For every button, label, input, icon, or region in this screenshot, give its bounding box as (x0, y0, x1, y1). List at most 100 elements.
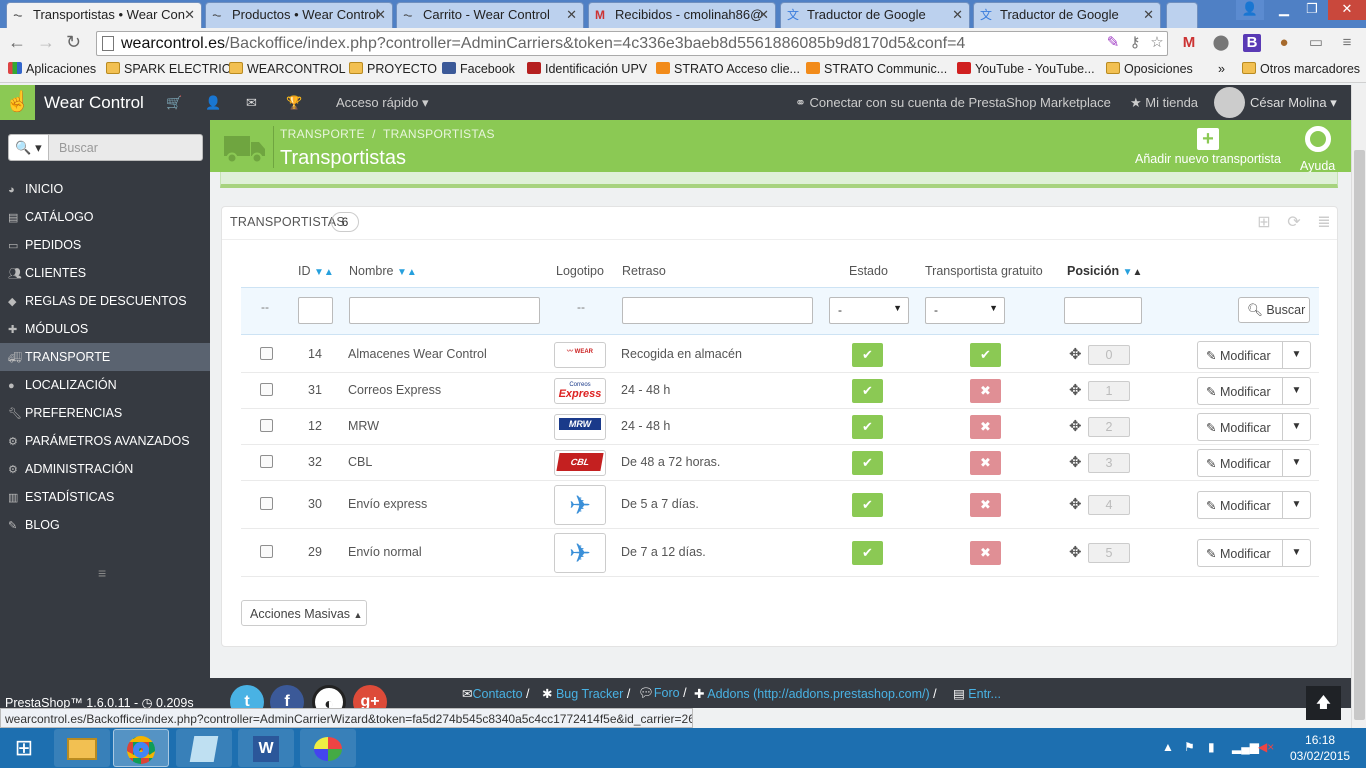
browser-tab[interactable]: ⏦ Productos • Wear Control ✕ (205, 2, 393, 28)
chrome-icon[interactable] (113, 729, 169, 767)
row-checkbox[interactable] (260, 545, 273, 558)
status-enabled-icon[interactable]: ✔ (852, 493, 883, 517)
bookmark-extension-icon[interactable]: B (1243, 34, 1261, 52)
row-checkbox[interactable] (260, 497, 273, 510)
more-icon[interactable]: ▭ (1307, 34, 1325, 52)
filter-position-input[interactable] (1064, 297, 1142, 324)
caret-down-icon[interactable]: ▼ (1282, 340, 1311, 369)
add-icon[interactable]: ⊞ (1255, 214, 1273, 232)
drag-handle-icon[interactable]: ✥ (1069, 345, 1082, 363)
sidebar-item-estadisticas[interactable]: ▥ ESTADÍSTICAS (0, 483, 210, 511)
battery-icon[interactable]: ▮ (1208, 740, 1215, 754)
bookmark-folder[interactable]: SPARK ELECTRIC (106, 62, 231, 76)
bookmark-folder[interactable]: Oposiciones (1106, 62, 1193, 76)
edit-button[interactable]: ✎ Modificar (1197, 539, 1283, 567)
sidebar-item-preferencias[interactable]: 🔧︎ PREFERENCIAS (0, 399, 210, 427)
prestashop-logo[interactable]: ☝ (0, 85, 35, 120)
column-header-id[interactable]: ID ▼▲ (298, 264, 334, 278)
volume-icon[interactable]: ◀× (1258, 740, 1274, 754)
bulk-actions-button[interactable]: Acciones Masivas ▲ (241, 600, 367, 626)
footer-link-bugtracker[interactable]: ✱ Bug Tracker / (542, 686, 630, 701)
sidebar-item-parametros-avanzados[interactable]: ⚙ PARÁMETROS AVANZADOS (0, 427, 210, 455)
edit-button[interactable]: ✎ Modificar (1197, 413, 1283, 441)
bookmark-strato[interactable]: STRATO Acceso clie... (656, 62, 800, 76)
reload-icon[interactable]: ↻ (66, 33, 81, 51)
system-clock[interactable]: 16:18 03/02/2015 (1290, 732, 1350, 764)
browser-tab[interactable]: 文 Traductor de Google ✕ (973, 2, 1161, 28)
sort-icons[interactable]: ▼▲ (397, 267, 417, 278)
windows-start-icon[interactable]: ⊞ (0, 729, 48, 767)
database-icon[interactable]: ≣ (1315, 214, 1333, 232)
close-tab-icon[interactable]: ✕ (184, 7, 195, 23)
free-disabled-icon[interactable]: ✖ (970, 451, 1001, 475)
close-tab-icon[interactable]: ✕ (758, 7, 769, 23)
word-icon[interactable]: W (238, 729, 294, 767)
add-carrier-button[interactable]: + Añadir nuevo transportista (1135, 126, 1281, 166)
close-tab-icon[interactable]: ✕ (566, 7, 577, 23)
search-type-button[interactable]: 🔍 ▾ (9, 135, 49, 160)
new-tab-button[interactable] (1166, 2, 1198, 28)
free-disabled-icon[interactable]: ✖ (970, 541, 1001, 565)
row-checkbox[interactable] (260, 383, 273, 396)
drag-handle-icon[interactable]: ✥ (1069, 495, 1082, 513)
bookmark-folder[interactable]: WEARCONTROL (229, 62, 346, 76)
browser-tab[interactable]: M Recibidos - cmolinah86@ ✕ (588, 2, 776, 28)
free-disabled-icon[interactable]: ✖ (970, 493, 1001, 517)
bookmark-folder[interactable]: PROYECTO (349, 62, 437, 76)
trophy-icon[interactable]: 🏆 (286, 95, 302, 111)
status-enabled-icon[interactable]: ✔ (852, 541, 883, 565)
sidebar-item-clientes[interactable]: 👥︎ CLIENTES (0, 259, 210, 287)
my-store-link[interactable]: ★ Mi tienda (1130, 95, 1198, 111)
caret-down-icon[interactable]: ▼ (1282, 539, 1311, 567)
drag-handle-icon[interactable]: ✥ (1069, 453, 1082, 471)
column-header-name[interactable]: Nombre ▼▲ (349, 264, 417, 278)
drag-handle-icon[interactable]: ✥ (1069, 381, 1082, 399)
sidebar-item-administracion[interactable]: ⚙ ADMINISTRACIÓN (0, 455, 210, 483)
footer-link-forum[interactable]: 💬︎Foro / (638, 686, 687, 701)
status-enabled-icon[interactable]: ✔ (852, 415, 883, 439)
row-checkbox[interactable] (260, 346, 273, 360)
user-icon[interactable]: 👤 (205, 95, 221, 111)
bookmark-strato[interactable]: STRATO Communic... (806, 62, 947, 76)
avatar[interactable] (1214, 87, 1245, 118)
free-enabled-icon[interactable]: ✔ (970, 342, 1001, 367)
column-header-position[interactable]: Posición ▼▲ (1067, 264, 1142, 278)
maximize-button[interactable]: ❐ (1298, 0, 1326, 20)
star-icon[interactable]: ☆ (1148, 34, 1166, 52)
extension-icon[interactable]: ⬤ (1212, 34, 1230, 52)
collapse-menu-icon[interactable]: ≡ (98, 565, 106, 581)
help-button[interactable]: Ayuda (1300, 126, 1335, 173)
bookmark-upv[interactable]: Identificación UPV (527, 62, 647, 76)
search-button[interactable]: 🔍︎ Buscar (1238, 297, 1310, 323)
free-disabled-icon[interactable]: ✖ (970, 379, 1001, 403)
bookmark-apps[interactable]: Aplicaciones (8, 62, 96, 76)
flag-icon[interactable]: ⚑ (1184, 740, 1195, 754)
sidebar-item-localizacion[interactable]: ● LOCALIZACIÓN (0, 371, 210, 399)
free-disabled-icon[interactable]: ✖ (970, 415, 1001, 439)
sidebar-item-blog[interactable]: ✎ BLOG (0, 511, 210, 539)
file-explorer-icon[interactable] (54, 729, 110, 767)
sidebar-item-pedidos[interactable]: ▭ PEDIDOS (0, 231, 210, 259)
status-enabled-icon[interactable]: ✔ (852, 451, 883, 475)
filter-id-input[interactable] (298, 297, 333, 324)
feather-icon[interactable]: ✎ (1104, 34, 1122, 52)
notepad-icon[interactable] (176, 729, 232, 767)
sort-icons[interactable]: ▼▲ (314, 267, 334, 278)
footer-link-contact[interactable]: ✉Contacto / (462, 686, 529, 701)
other-bookmarks[interactable]: Otros marcadores (1242, 62, 1360, 76)
sidebar-item-modulos[interactable]: ✚ MÓDULOS (0, 315, 210, 343)
bookmark-facebook[interactable]: Facebook (442, 62, 515, 76)
marketplace-link[interactable]: ⚭ Conectar con su cuenta de PrestaShop M… (795, 95, 1111, 111)
forward-icon[interactable]: → (37, 33, 55, 51)
edit-button[interactable]: ✎ Modificar (1197, 491, 1283, 519)
sidebar-item-transporte[interactable]: 🚚︎ TRANSPORTE (0, 343, 210, 371)
caret-down-icon[interactable]: ▼ (1282, 377, 1311, 405)
more-bookmarks-button[interactable]: » (1218, 62, 1225, 76)
edit-button[interactable]: ✎ Modificar (1197, 449, 1283, 477)
edit-button[interactable]: ✎ Modificar (1197, 340, 1283, 369)
footer-link-training[interactable]: ▤ Entr... (953, 686, 1001, 701)
menu-icon[interactable]: ≡ (1338, 34, 1356, 52)
search-input[interactable]: Buscar (59, 141, 98, 155)
browser-tab[interactable]: ⏦ Carrito - Wear Control ✕ (396, 2, 584, 28)
scroll-top-button[interactable]: 🡅 (1306, 686, 1341, 720)
